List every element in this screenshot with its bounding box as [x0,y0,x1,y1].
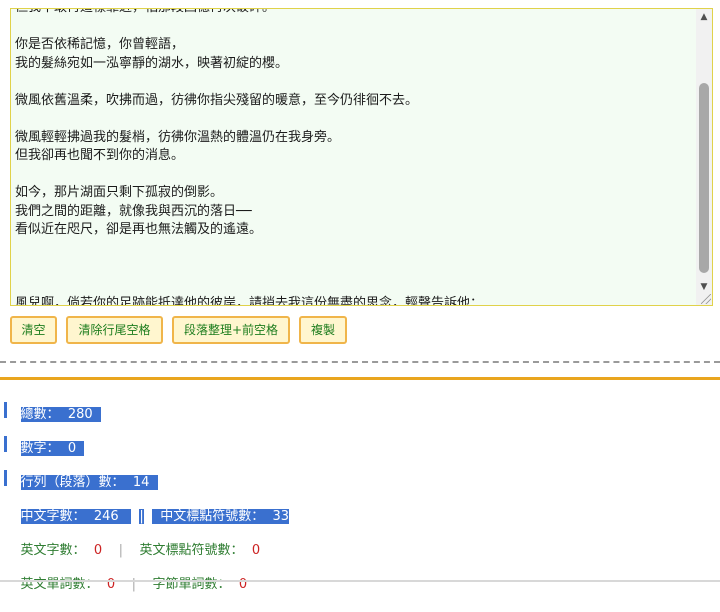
copy-button[interactable]: 複製 [299,316,347,344]
stat-separator: | [139,509,144,524]
stat-en-punct-label: 英文標點符號數： [139,543,244,558]
editor-line: 微風依舊溫柔，吹拂而過，彷彿你指尖殘留的暖意，至今仍徘徊不去。 [15,92,419,108]
editor-line: 我們之間的距離，就像我與西沉的落日── [15,203,252,219]
editor-scrollbar[interactable]: ▲ ▼ [696,9,712,305]
stat-english: 英文字數： 0 | 英文標點符號數： 0 [4,524,261,558]
scroll-thumb[interactable] [699,83,709,273]
editor-line: 但我卻再也聞不到你的消息。 [15,148,185,163]
dashed-divider [0,361,720,363]
editor-line: 風兒啊，倘若你的足跡能抵達他的彼岸，請捎去我這份無盡的思念，輕聲告訴他： [15,296,484,306]
stat-lines-label: 行列（段落）數： [20,475,125,490]
editor-line: 看似近在咫尺，卻是再也無法觸及的遙遠。 [15,222,263,237]
stat-lines: 行列（段落）數： 14 [4,456,158,490]
scroll-up-arrow-icon[interactable]: ▲ [696,9,712,25]
stat-en-chars-label: 英文字數： [20,543,86,558]
stat-cjk: 中文字數： 246 | 中文標點符號數： 33 [4,490,290,524]
resize-grip-icon[interactable] [701,294,711,304]
stat-total: 總數： 280 [4,388,101,422]
stat-total-label: 總數： [20,407,60,422]
stat-total-value: 280 [67,407,93,422]
scroll-down-arrow-icon[interactable]: ▼ [696,279,712,295]
editor-line: 但我不敢再這樣靠近，怕那段回憶再次破碎。 [15,9,690,18]
paragraph-format-button[interactable]: 段落整理+前空格 [172,316,290,344]
stat-separator: | [118,543,124,558]
editor-line: 如今，那片湖面只剩下孤寂的倒影。 [15,185,224,200]
toolbar: 清空 清除行尾空格 段落整理+前空格 複製 [10,316,347,344]
stat-cjk-chars-label: 中文字數： [20,509,86,524]
stat-cjk-chars-value: 246 [93,509,119,524]
editor-text: 但我不敢再這樣靠近，怕那段回憶再次破碎。你是否依稀記憶，你曾輕語， 我的髮絲宛如一… [15,9,690,306]
editor-line: 你是否依稀記憶，你曾輕語， [15,37,185,52]
stat-en-punct-value: 0 [251,543,261,558]
stat-words: 英文單詞數： 0 | 字節單詞數： 0 [4,558,248,592]
orange-divider [0,377,720,380]
stat-digits: 數字： 0 [4,422,85,456]
stat-cjk-punct-label: 中文標點符號數： [160,509,265,524]
clear-button[interactable]: 清空 [10,316,57,344]
stat-digits-label: 數字： [20,441,60,456]
text-input-area[interactable]: 但我不敢再這樣靠近，怕那段回憶再次破碎。你是否依稀記憶，你曾輕語， 我的髮絲宛如一… [10,8,713,306]
stat-cjk-punct-value: 33 [272,509,290,524]
trim-trailing-spaces-button[interactable]: 清除行尾空格 [66,316,163,344]
editor-line: 我的髮絲宛如一泓寧靜的湖水，映著初綻的櫻。 [15,55,289,71]
stat-digits-value: 0 [67,441,77,456]
editor-line: 微風輕輕拂過我的髮梢，彷彿你溫熱的體溫仍在我身旁。 [15,129,341,145]
stat-en-chars-value: 0 [93,543,103,558]
stat-lines-value: 14 [132,475,150,490]
